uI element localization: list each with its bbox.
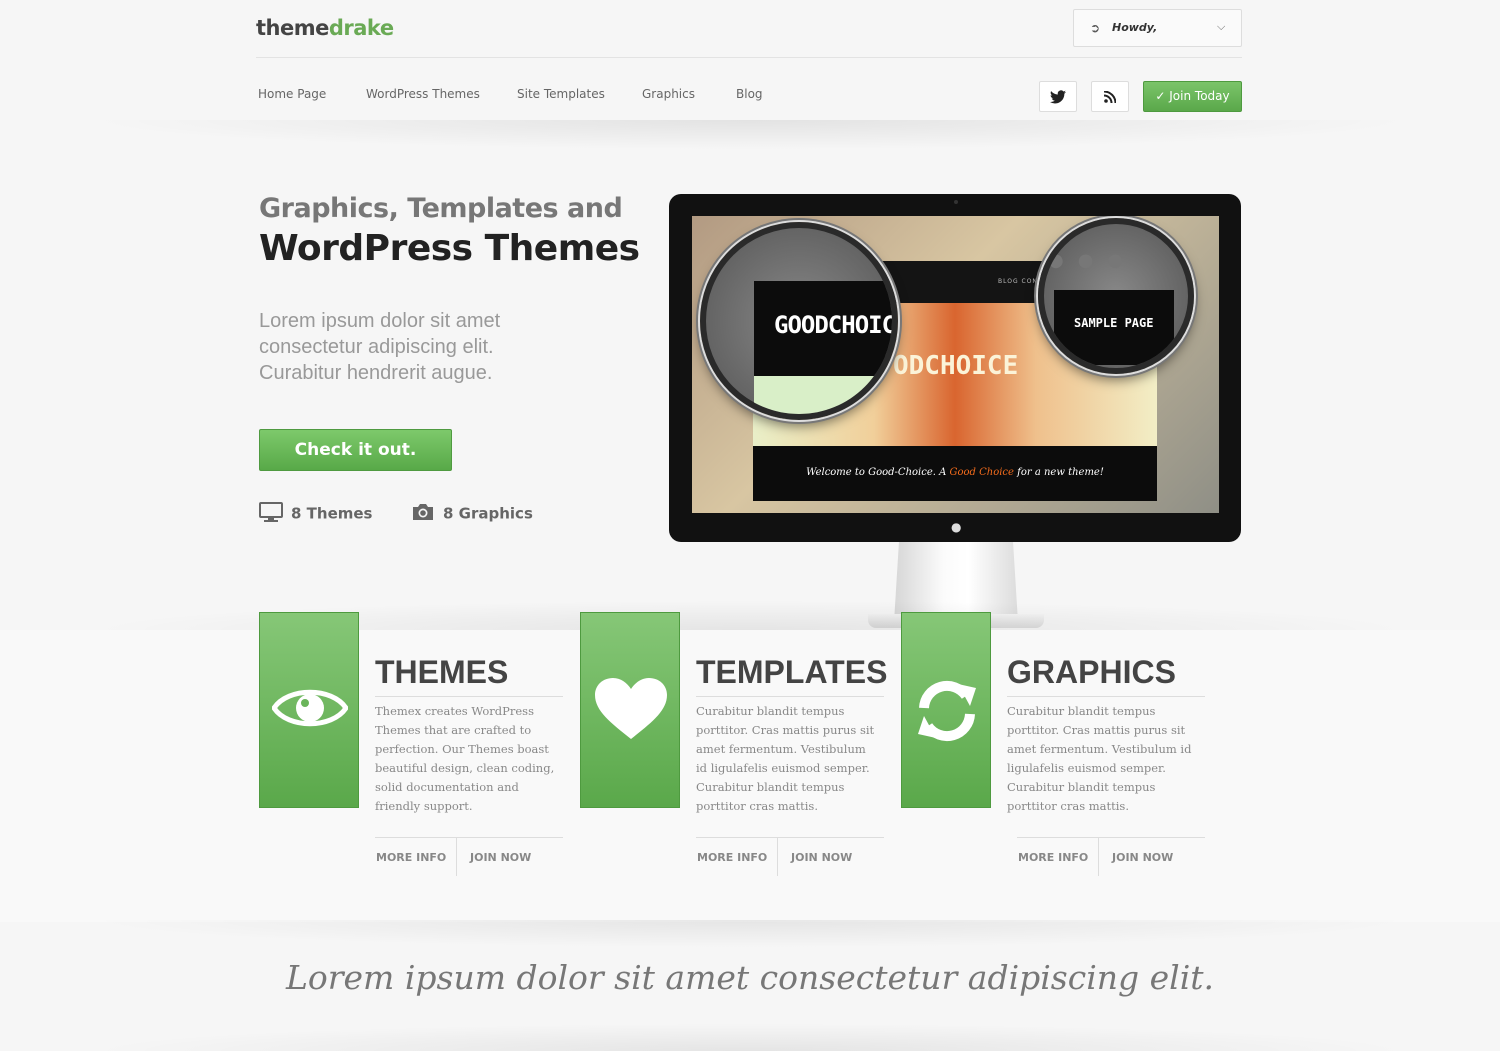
feature-graphics-join-now[interactable]: JOIN NOW — [1112, 851, 1173, 864]
divider — [777, 838, 778, 876]
stat-graphics[interactable]: 8 Graphics — [411, 502, 533, 526]
twitter-icon: ✓ — [1155, 89, 1166, 103]
preview-hero-text: ODCHOICE — [893, 351, 1019, 381]
feature-templates-join-now[interactable]: JOIN NOW — [791, 851, 852, 864]
site-header — [0, 0, 1500, 135]
join-today-label: Join Today — [1169, 89, 1230, 103]
feature-templates-title: TEMPLATES — [696, 654, 888, 690]
quote-shadow-top — [80, 920, 1420, 948]
feature-graphics-more-info[interactable]: MORE INFO — [1018, 851, 1088, 864]
stat-themes-label: 8 Themes — [291, 504, 373, 523]
welcome-post: for a new theme! — [1013, 467, 1104, 478]
hero-title-line1: Graphics, Templates and — [259, 193, 623, 224]
user-menu-label: Howdy, — [1112, 21, 1158, 34]
rss-button[interactable] — [1091, 81, 1129, 112]
feature-graphics-title: GRAPHICS — [1007, 654, 1176, 690]
apple-logo-icon: ● — [951, 520, 962, 534]
eye-icon — [272, 689, 348, 727]
nav-graphics[interactable]: Graphics — [642, 87, 695, 101]
feature-templates-actions: MORE INFO JOIN NOW — [696, 837, 884, 876]
feature-themes-desc: Themex creates WordPress Themes that are… — [375, 704, 555, 813]
logo-part-drake: drake — [328, 16, 394, 40]
welcome-pre: Welcome to Good-Choice. A — [806, 467, 950, 478]
stat-themes[interactable]: 8 Themes — [259, 502, 372, 526]
nav-wordpress-themes[interactable]: WordPress Themes — [366, 87, 480, 101]
magnifier-right: ●●● SAMPLE PAGE — [1038, 218, 1194, 374]
social-dots-icon: ●●● — [1048, 250, 1138, 271]
feature-templates-more-info[interactable]: MORE INFO — [697, 851, 767, 864]
feature-themes-more-info[interactable]: MORE INFO — [376, 851, 446, 864]
feature-themes-rule — [375, 696, 563, 697]
twitter-icon — [1050, 90, 1066, 104]
check-it-out-button[interactable]: Check it out. — [259, 429, 452, 471]
feature-templates-tile[interactable] — [580, 612, 680, 808]
monitor-preview: BLOG CONTACT ODCHOICE Welcome to Good-Ch… — [669, 194, 1241, 542]
feature-graphics-actions: MORE INFO JOIN NOW — [1017, 837, 1205, 876]
feature-templates-desc: Curabitur blandit tempus porttitor. Cras… — [696, 704, 875, 813]
sign-in-icon: ➲ — [1090, 21, 1101, 35]
nav-home[interactable]: Home Page — [258, 87, 326, 101]
tagline-quote: Lorem ipsum dolor sit amet consectetur a… — [285, 958, 1215, 997]
logo[interactable]: themedrake — [256, 16, 394, 40]
magnifier-left-content: GOODCHOIC — [754, 281, 896, 376]
magnifier-right-text: SAMPLE PAGE — [1074, 316, 1154, 330]
feature-graphics-tile[interactable] — [901, 612, 991, 808]
logo-part-theme: theme — [256, 16, 329, 40]
hero-lead: Lorem ipsum dolor sit amet consectetur a… — [259, 310, 501, 384]
webcam-dot — [954, 200, 958, 204]
feature-graphics-desc: Curabitur blandit tempus porttitor. Cras… — [1007, 704, 1192, 813]
header-shadow — [80, 120, 1420, 150]
magnifier-right-content: SAMPLE PAGE — [1054, 290, 1174, 365]
preview-welcome-bar: Welcome to Good-Choice. A Good Choice fo… — [753, 446, 1157, 501]
magnifier-left-lower — [754, 376, 892, 414]
stat-graphics-label: 8 Graphics — [443, 504, 533, 523]
camera-icon — [411, 502, 435, 526]
feature-graphics-rule — [1007, 696, 1205, 697]
quote-shadow-bottom — [80, 1023, 1420, 1051]
header-divider — [256, 57, 1242, 58]
hero-title-line2: WordPress Themes — [259, 228, 640, 269]
nav-blog[interactable]: Blog — [736, 87, 763, 101]
feature-themes-actions: MORE INFO JOIN NOW — [375, 837, 563, 876]
feature-themes-title: THEMES — [375, 654, 509, 690]
rss-icon — [1103, 90, 1117, 104]
heart-icon — [595, 678, 667, 739]
refresh-icon — [918, 680, 976, 742]
feature-themes-tile[interactable] — [259, 612, 359, 808]
welcome-highlight: Good Choice — [949, 467, 1014, 478]
magnifier-left-text: GOODCHOIC — [774, 311, 896, 339]
join-today-button[interactable]: ✓ Join Today — [1143, 81, 1242, 112]
feature-templates-rule — [696, 696, 884, 697]
feature-themes-join-now[interactable]: JOIN NOW — [470, 851, 531, 864]
twitter-button[interactable] — [1039, 81, 1077, 112]
chevron-down-icon: ⌵ — [1217, 20, 1226, 33]
preview-welcome-text: Welcome to Good-Choice. A Good Choice fo… — [753, 467, 1157, 478]
magnifier-left: GOODCHOIC — [700, 222, 898, 420]
monitor-screen: BLOG CONTACT ODCHOICE Welcome to Good-Ch… — [692, 216, 1219, 513]
user-menu[interactable]: ➲ Howdy, ⌵ — [1073, 9, 1242, 47]
divider — [1098, 838, 1099, 876]
monitor-icon — [259, 502, 283, 526]
nav-site-templates[interactable]: Site Templates — [517, 87, 605, 101]
divider — [456, 838, 457, 876]
